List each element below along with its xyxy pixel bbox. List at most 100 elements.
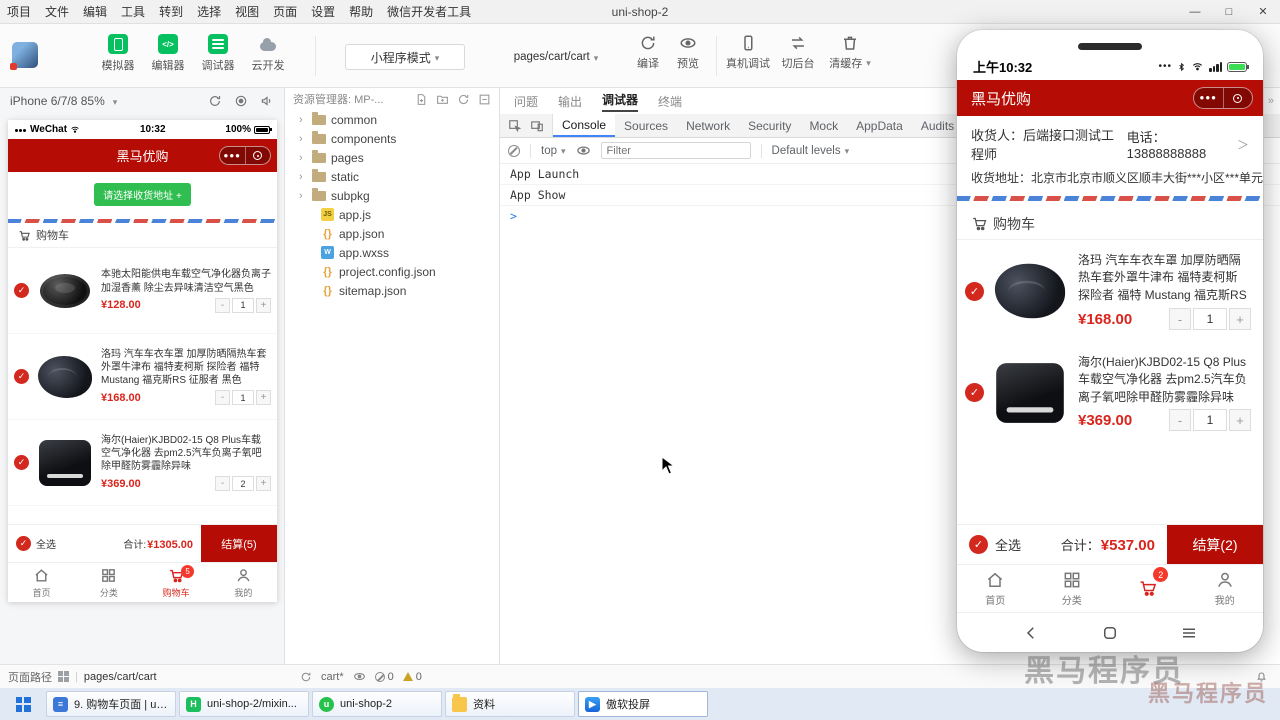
tab-cart[interactable]: 5 购物车 [143,563,210,602]
mode-select[interactable]: 小程序模式 [345,44,465,70]
devtools-tab-security[interactable]: Security [739,114,800,137]
tree-folder-subpkg[interactable]: › subpkg [285,186,499,205]
tab-output[interactable]: 输出 [558,93,582,110]
context-select[interactable]: top [541,145,566,157]
inspect-icon[interactable] [508,119,522,133]
exit-icon[interactable] [253,151,263,160]
tree-file-app-json[interactable]: app.json [285,224,499,243]
select-all-checkbox[interactable] [16,536,31,551]
back-icon[interactable] [1022,624,1040,642]
choose-address-button[interactable]: 请选择收货地址 + [94,183,191,206]
tree-folder-components[interactable]: › components [285,129,499,148]
product-image[interactable] [992,355,1068,431]
decrease-button[interactable]: - [1169,409,1191,432]
compile-button[interactable]: 编译 [628,34,668,71]
debugger-button[interactable]: 调试器 [192,34,244,73]
tab-terminal[interactable]: 终端 [658,93,682,110]
select-all-checkbox[interactable] [969,535,988,554]
menu-file[interactable]: 文件 [38,3,76,20]
page-path-value[interactable]: pages/cart/cart [84,671,157,683]
to-background-button[interactable]: 切后台 [774,34,822,71]
editor-button[interactable]: </> 编辑器 [142,34,194,73]
tab-profile[interactable]: 我的 [210,563,277,602]
error-counter[interactable]: 0 [374,671,394,683]
decrease-button[interactable]: - [215,297,230,313]
sound-icon[interactable] [260,94,274,108]
home-nav-icon[interactable] [1101,624,1119,642]
menu-project[interactable]: 项目 [0,3,38,20]
menu-edit[interactable]: 编辑 [76,3,114,20]
product-image[interactable] [36,348,94,406]
devtools-tab-console[interactable]: Console [553,114,616,137]
log-levels-select[interactable]: Default levels [772,145,850,157]
clear-cache-button[interactable]: 清缓存 [824,34,876,71]
taskbar-item-uni-shop[interactable]: u uni-shop-2 [312,691,442,717]
user-avatar[interactable] [10,42,38,70]
increase-button[interactable]: + [256,476,271,492]
decrease-button[interactable]: - [215,476,230,492]
device-select[interactable]: iPhone 6/7/8 85% [10,94,105,108]
overflow-chevron-icon[interactable]: » [1268,95,1274,107]
taskbar-item-notes[interactable]: ≡ 9. 购物车页面 | uni... [46,691,176,717]
menu-devtools[interactable]: 微信开发者工具 [380,3,478,20]
product-title[interactable]: 本驰太阳能供电车载空气净化器负离子加湿香薰 除尘去异味清洁空气黑色 [101,268,271,294]
menu-goto[interactable]: 转到 [152,3,190,20]
devtools-tab-appdata[interactable]: AppData [847,114,912,137]
product-title[interactable]: 海尔(Haier)KJBD02-15 Q8 Plus车载空气净化器 去pm2.5… [1078,354,1251,406]
item-checkbox[interactable] [14,283,29,298]
tree-folder-common[interactable]: › common [285,110,499,129]
refresh-icon[interactable] [457,93,470,106]
new-folder-icon[interactable] [436,93,449,106]
menu-help[interactable]: 帮助 [342,3,380,20]
product-image[interactable] [36,434,94,492]
tab-category[interactable]: 分类 [75,563,142,602]
menu-icon[interactable] [1180,624,1198,642]
bell-icon[interactable] [1255,670,1268,683]
tree-file-project-config[interactable]: project.config.json [285,262,499,281]
capsule-menu[interactable]: ●●● [1193,87,1253,109]
eye-icon[interactable] [576,143,591,158]
tree-file-sitemap[interactable]: sitemap.json [285,281,499,300]
product-title[interactable]: 洛玛 汽车车衣车罩 加厚防晒隔热车套外罩牛津布 福特麦柯斯 探险者 福特 Mus… [1078,252,1251,305]
product-title[interactable]: 洛玛 汽车车衣车罩 加厚防晒隔热车套外罩牛津布 福特麦柯斯 探险者 福特 Mus… [101,348,271,388]
tab-problems[interactable]: 问题 [514,93,538,110]
clear-console-icon[interactable] [508,144,520,157]
select-all-label[interactable]: 全选 [995,535,1021,554]
cloud-dev-button[interactable]: 云开发 [242,34,294,73]
new-file-icon[interactable] [415,93,428,106]
menu-page[interactable]: 页面 [266,3,304,20]
item-checkbox[interactable] [965,281,984,301]
tab-category[interactable]: 分类 [1034,565,1111,612]
current-file[interactable]: cart* [321,671,344,683]
devtools-tab-network[interactable]: Network [677,114,739,137]
item-checkbox[interactable] [14,369,29,384]
filter-input[interactable] [600,142,751,159]
minimize-button[interactable]: — [1178,0,1212,23]
tab-home[interactable]: 首页 [957,565,1034,612]
taskbar-item-folder[interactable]: 资料 [445,691,575,717]
checkout-button[interactable]: 结算(5) [201,525,277,562]
grid-icon[interactable] [58,671,69,682]
devtools-tab-audits[interactable]: Audits [912,114,963,137]
page-path-select[interactable]: pages/cart/cart [500,44,612,70]
more-icon[interactable]: ●●● [1200,94,1218,102]
preview-button[interactable]: 预览 [668,34,708,71]
tab-profile[interactable]: 我的 [1187,565,1264,612]
increase-button[interactable]: + [256,297,271,313]
device-toggle-icon[interactable] [530,119,544,133]
item-checkbox[interactable] [965,383,984,403]
tree-file-app-js[interactable]: JS app.js [285,205,499,224]
tab-debugger[interactable]: 调试器 [602,91,639,112]
maximize-button[interactable]: □ [1212,0,1246,23]
menu-view[interactable]: 视图 [228,3,266,20]
menu-settings[interactable]: 设置 [304,3,342,20]
decrease-button[interactable]: - [215,390,230,406]
menu-tools[interactable]: 工具 [114,3,152,20]
collapse-all-icon[interactable] [478,93,491,106]
exit-icon[interactable] [1233,93,1243,103]
tree-folder-static[interactable]: › static [285,167,499,186]
more-icon[interactable]: ●●● [224,151,242,160]
increase-button[interactable]: + [1229,409,1251,432]
warning-counter[interactable]: 0 [402,671,422,683]
product-image[interactable] [992,253,1068,329]
